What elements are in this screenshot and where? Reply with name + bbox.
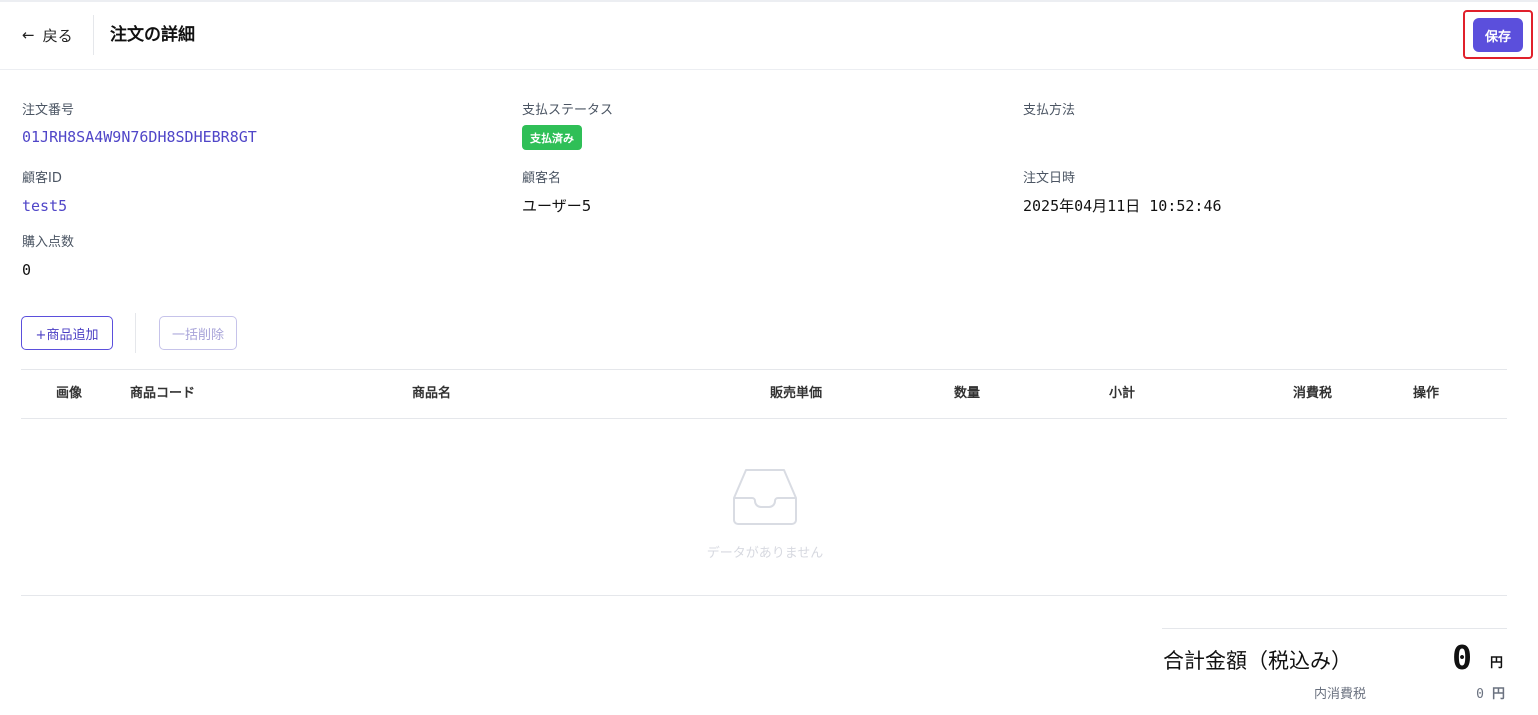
payment-method-label: 支払方法 (1023, 103, 1076, 118)
back-button[interactable]: ← 戻る (22, 22, 73, 48)
order-number-label: 注文番号 (22, 103, 75, 118)
arrow-left-icon: ← (22, 26, 35, 44)
column-header-product-code: 商品コード (130, 386, 196, 401)
table-bottom-border (21, 595, 1507, 596)
column-header-product-name: 商品名 (412, 386, 452, 401)
save-button[interactable]: 保存 (1473, 18, 1523, 52)
order-date-value: 2025年04月11日 10:52:46 (1023, 197, 1222, 215)
item-count-value: 0 (22, 261, 32, 279)
column-header-unit-price: 販売単価 (770, 386, 823, 401)
column-header-actions: 操作 (1413, 386, 1440, 401)
order-date-label: 注文日時 (1023, 171, 1076, 186)
totals-divider (1162, 628, 1507, 629)
customer-id-label: 顧客ID (22, 171, 62, 186)
back-label: 戻る (42, 26, 73, 45)
top-bar: ← 戻る 注文の詳細 保存 (0, 0, 1538, 70)
add-item-button[interactable]: +商品追加 (21, 316, 113, 350)
total-amount-value: 0 (1452, 638, 1472, 677)
customer-name-label: 顧客名 (522, 171, 562, 186)
order-number-value: 01JRH8SA4W9N76DH8SDHEBR8GT (22, 128, 257, 146)
total-amount-unit: 円 (1490, 656, 1504, 671)
table-top-border (21, 369, 1507, 370)
header-divider (93, 15, 94, 55)
empty-state-text: データがありません (706, 546, 824, 561)
included-tax-label: 内消費税 (1314, 687, 1367, 702)
payment-status-badge: 支払済み (522, 125, 582, 150)
total-amount-label: 合計金額（税込み） (1163, 649, 1352, 673)
column-header-image: 画像 (56, 386, 83, 401)
column-header-tax: 消費税 (1293, 386, 1333, 401)
item-count-label: 購入点数 (22, 235, 75, 250)
included-tax-unit: 円 (1492, 687, 1506, 702)
customer-name-value: ユーザー5 (522, 197, 592, 215)
customer-id-link[interactable]: test5 (22, 195, 67, 217)
included-tax-value: 0 (1476, 687, 1484, 702)
payment-status-label: 支払ステータス (522, 103, 614, 118)
bulk-delete-button[interactable]: 一括削除 (159, 316, 237, 350)
inbox-icon (733, 469, 797, 525)
column-header-subtotal: 小計 (1109, 386, 1136, 401)
page-title: 注文の詳細 (110, 25, 195, 45)
actions-divider (135, 313, 136, 353)
column-header-quantity: 数量 (954, 386, 981, 401)
table-header-border (21, 418, 1507, 419)
